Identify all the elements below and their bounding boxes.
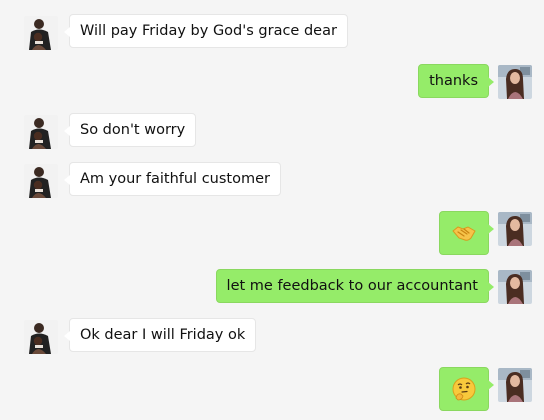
self-avatar[interactable] <box>498 212 532 246</box>
incoming-message-bubble[interactable]: Ok dear I will Friday ok <box>63 318 257 352</box>
incoming-message-bubble[interactable]: So don't worry <box>63 113 197 147</box>
outgoing-message-bubble[interactable]: thanks <box>418 64 494 98</box>
self-avatar[interactable] <box>498 368 532 402</box>
outgoing-emoji-bubble[interactable] <box>439 367 494 411</box>
contact-avatar[interactable] <box>24 164 58 198</box>
outgoing-message-bubble[interactable]: let me feedback to our accountant <box>215 269 495 303</box>
handshake-emoji-icon <box>452 226 476 241</box>
contact-avatar[interactable] <box>24 320 58 354</box>
incoming-message-bubble[interactable]: Will pay Friday by God's grace dear <box>64 14 348 48</box>
outgoing-emoji-bubble[interactable] <box>439 211 494 255</box>
thinking-face-emoji-icon <box>452 377 476 401</box>
incoming-message-bubble[interactable]: Am your faithful customer <box>64 162 281 196</box>
contact-avatar[interactable] <box>24 115 58 149</box>
contact-avatar[interactable] <box>24 16 58 50</box>
self-avatar[interactable] <box>498 65 532 99</box>
self-avatar[interactable] <box>498 270 532 304</box>
chat-message-list[interactable]: Will pay Friday by God's grace dear than… <box>0 0 544 420</box>
